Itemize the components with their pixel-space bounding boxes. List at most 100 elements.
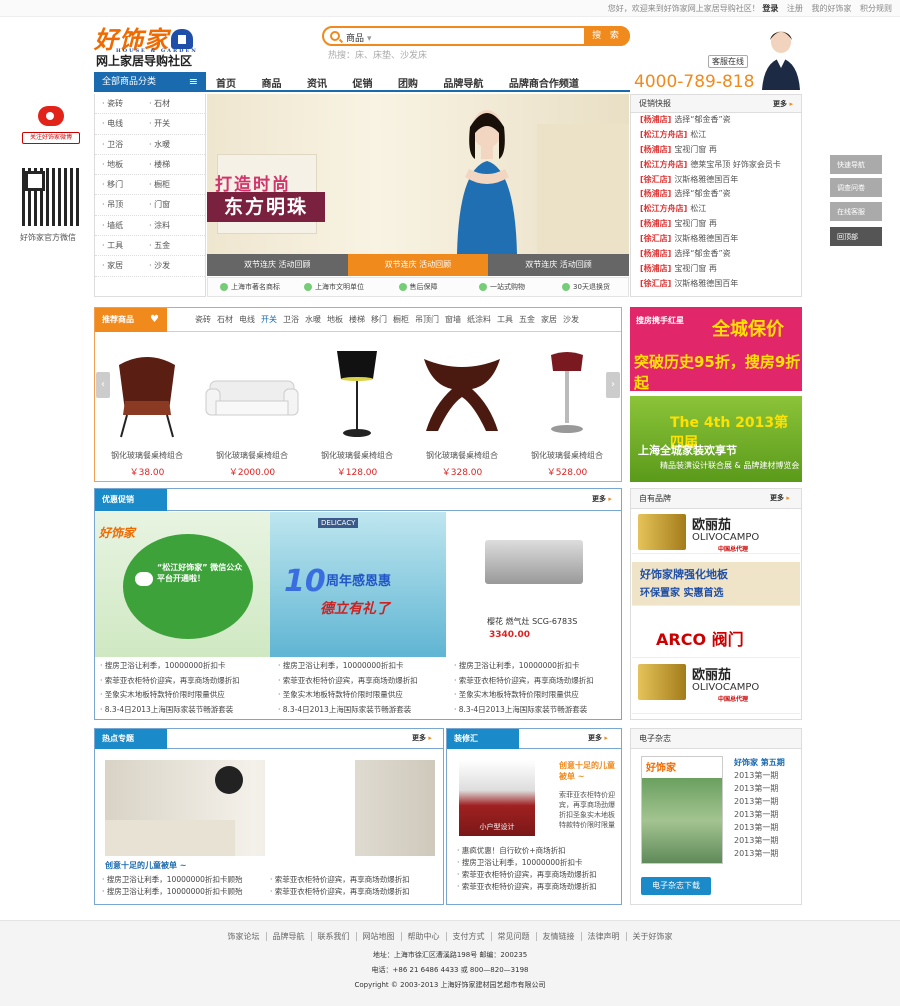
- recommend-category-tab[interactable]: 纸涂料: [467, 315, 491, 324]
- nav-products[interactable]: 商品: [261, 79, 281, 90]
- service-online-badge[interactable]: 客服在线: [708, 55, 748, 68]
- promo-item[interactable]: [松江方舟店] 松江: [631, 128, 801, 143]
- promo-item[interactable]: [杨浦店] 选择“郁金香”瓷: [631, 247, 801, 262]
- recommend-category-tab[interactable]: 开关: [261, 315, 277, 324]
- footer-link[interactable]: 帮助中心: [401, 932, 447, 941]
- recommend-category-tab[interactable]: 卫浴: [283, 315, 299, 324]
- promo-item[interactable]: [徐汇店] 汉斯格雅德国百年: [631, 277, 801, 292]
- footer-link[interactable]: 网站地图: [356, 932, 402, 941]
- hot-topic-caption[interactable]: 创意十足的儿童被单 ~: [105, 860, 187, 871]
- magazine-cover[interactable]: 好饰家: [641, 756, 723, 864]
- deco-headline[interactable]: 创意十足的儿童被单 ~: [559, 760, 617, 782]
- list-item[interactable]: 2013第一期: [734, 847, 785, 860]
- brand-olivocampo-2[interactable]: 欧丽茄 OLIVOCAMPO 中国总代理: [632, 660, 800, 714]
- category-link[interactable]: 五金: [149, 236, 189, 256]
- register-link[interactable]: 注册: [787, 4, 803, 13]
- promo-item[interactable]: [杨浦店] 宝视门窗 再: [631, 143, 801, 158]
- product-card[interactable]: 钢化玻璃餐桌椅组合 ￥128.00: [307, 345, 407, 478]
- footer-link[interactable]: 品牌导航: [266, 932, 312, 941]
- survey-button[interactable]: 调查问卷: [830, 178, 882, 198]
- weibo-follow[interactable]: 关注好饰家微博: [22, 106, 80, 146]
- recommend-category-tab[interactable]: 石材: [217, 315, 233, 324]
- recommend-category-tab[interactable]: 电线: [239, 315, 255, 324]
- product-card[interactable]: 钢化玻璃餐桌椅组合 ￥328.00: [412, 345, 512, 478]
- recommend-category-tab[interactable]: 水暖: [305, 315, 321, 324]
- list-item[interactable]: 索菲亚衣柜特价迎宾，再享商场劲爆折扣: [454, 674, 624, 689]
- banner-tab-3[interactable]: 双节连庆 活动回顾: [488, 254, 629, 276]
- hot-search-terms[interactable]: 热搜：床、床垫、沙发床: [328, 48, 427, 61]
- nav-group-buy[interactable]: 团购: [398, 79, 418, 90]
- brand-olivocampo[interactable]: 欧丽茄 OLIVOCAMPO 中国总代理: [632, 510, 800, 554]
- category-link[interactable]: 石材: [149, 94, 189, 114]
- recommend-category-tab[interactable]: 家居: [541, 315, 557, 324]
- category-link[interactable]: 工具: [102, 236, 142, 256]
- recommend-category-tab[interactable]: 瓷砖: [195, 315, 211, 324]
- category-link[interactable]: 电线: [102, 114, 142, 134]
- hot-more-link[interactable]: 更多: [412, 733, 432, 743]
- points-rules-link[interactable]: 积分规则: [860, 4, 892, 13]
- nav-brand-partners[interactable]: 品牌商合作频道: [509, 79, 579, 90]
- list-item[interactable]: 搜房卫浴让利季，10000000折扣卡顾殆: [102, 886, 267, 898]
- list-item[interactable]: 2013第一期: [734, 769, 785, 782]
- list-item[interactable]: 圣象实木地板特款特价限时限量供应: [278, 688, 448, 703]
- banner-tab-1[interactable]: 双节连庆 活动回顾: [207, 254, 348, 276]
- recommend-category-tab[interactable]: 沙发: [563, 315, 579, 324]
- promo-item[interactable]: [松江方舟店] 松江: [631, 202, 801, 217]
- category-link[interactable]: 吊顶: [102, 195, 142, 215]
- footer-link[interactable]: 常见问题: [491, 932, 537, 941]
- list-item[interactable]: 索菲亚衣柜特价迎宾，再享商场劲爆折扣: [270, 886, 435, 898]
- list-item[interactable]: 2013第一期: [734, 782, 785, 795]
- list-item[interactable]: 搜房卫浴让利季，10000000折扣卡: [454, 659, 624, 674]
- category-link[interactable]: 瓷砖: [102, 94, 142, 114]
- list-item[interactable]: 8.3-4日2013上海国际家装节畅游套装: [278, 703, 448, 718]
- deco-more-link[interactable]: 更多: [588, 733, 608, 743]
- category-link[interactable]: 开关: [149, 114, 189, 134]
- category-link[interactable]: 门窗: [149, 195, 189, 215]
- list-item[interactable]: 8.3-4日2013上海国际家装节畅游套装: [100, 703, 270, 718]
- recommend-category-tab[interactable]: 五金: [519, 315, 535, 324]
- category-link[interactable]: 家居: [102, 256, 142, 276]
- recommend-category-tab[interactable]: 移门: [371, 315, 387, 324]
- category-link[interactable]: 墙纸: [102, 216, 142, 236]
- quick-nav-button[interactable]: 快速导航: [830, 155, 882, 175]
- list-item[interactable]: 索菲亚衣柜特价迎宾，再享商场劲爆折扣: [100, 674, 270, 689]
- recommend-category-tab[interactable]: 地板: [327, 315, 343, 324]
- footer-link[interactable]: 饰家论坛: [221, 932, 267, 941]
- list-item[interactable]: 圣象实木地板特款特价限时限量供应: [100, 688, 270, 703]
- list-item[interactable]: 搜房卫浴让利季，10000000折扣卡: [457, 857, 622, 869]
- login-link[interactable]: 登录: [762, 4, 778, 13]
- list-item[interactable]: 索菲亚衣柜特价迎宾，再享商场劲爆折扣: [457, 869, 622, 881]
- category-link[interactable]: 楼梯: [149, 155, 189, 175]
- promo-item[interactable]: [杨浦店] 宝视门窗 再: [631, 262, 801, 277]
- my-account-link[interactable]: 我的好饰家: [811, 4, 851, 13]
- ad-banner-home-festival[interactable]: The 4th 2013第四届 上海全城家装欢享节 精品装潢设计联合展 & 品牌…: [630, 396, 802, 482]
- brand-arco-valve[interactable]: ARCO 阀门: [632, 614, 800, 658]
- category-link[interactable]: 移门: [102, 175, 142, 195]
- list-item[interactable]: 索菲亚衣柜特价迎宾，再享商场劲爆折扣: [457, 881, 622, 893]
- list-item[interactable]: 惠疯优惠！自行砍价+商场折扣: [457, 845, 622, 857]
- promo-item[interactable]: [杨浦店] 选择“郁金香”瓷: [631, 113, 801, 128]
- nav-news[interactable]: 资讯: [307, 79, 327, 90]
- footer-link[interactable]: 关于好饰家: [627, 932, 679, 941]
- stove-product[interactable]: 樱花 燃气灶 SCG-6783S 3340.00: [447, 512, 622, 657]
- promo-item[interactable]: [徐汇店] 汉斯格雅德国百年: [631, 173, 801, 188]
- brands-more-link[interactable]: 更多: [770, 493, 790, 503]
- list-item[interactable]: 搜房卫浴让利季，10000000折扣卡: [278, 659, 448, 674]
- promo-item[interactable]: [杨浦店] 宝视门窗 再: [631, 217, 801, 232]
- back-to-top-button[interactable]: 回顶部: [830, 227, 882, 247]
- recommend-category-tab[interactable]: 吊顶门: [415, 315, 439, 324]
- recommend-category-tab[interactable]: 橱柜: [393, 315, 409, 324]
- promo-more-link[interactable]: 更多: [773, 95, 793, 113]
- category-link[interactable]: 沙发: [149, 256, 189, 276]
- list-item[interactable]: 搜房卫浴让利季，10000000折扣卡顾殆: [102, 874, 267, 886]
- recommend-category-tab[interactable]: 工具: [497, 315, 513, 324]
- list-item[interactable]: 索菲亚衣柜特价迎宾，再享商场劲爆折扣: [270, 874, 435, 886]
- footer-link[interactable]: 支付方式: [446, 932, 492, 941]
- nav-brands[interactable]: 品牌导航: [443, 79, 483, 90]
- list-item[interactable]: 2013第一期: [734, 795, 785, 808]
- search-button[interactable]: 搜 索: [584, 26, 630, 46]
- wechat-promo-image[interactable]: 好饰家 “松江好饰家” 微信公众平台开通啦！: [95, 512, 270, 657]
- banner-tab-2[interactable]: 双节连庆 活动回顾: [347, 254, 489, 276]
- list-item[interactable]: 2013第一期: [734, 821, 785, 834]
- list-item[interactable]: 8.3-4日2013上海国际家装节畅游套装: [454, 703, 624, 718]
